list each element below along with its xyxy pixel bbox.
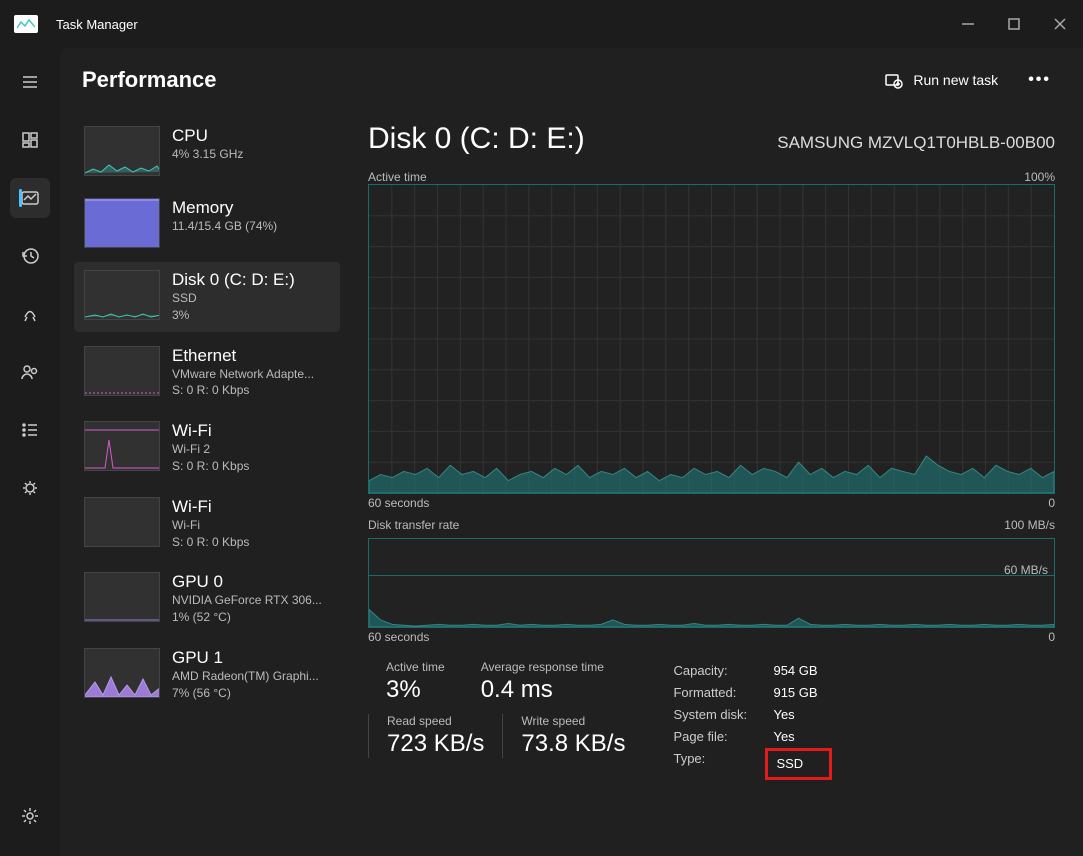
thumb-eth xyxy=(84,346,160,396)
disk-properties: Capacity:954 GB Formatted:915 GB System … xyxy=(673,660,832,780)
sidebar-item-cpu[interactable]: CPU4% 3.15 GHz xyxy=(74,118,340,184)
stat-read-label: Read speed xyxy=(387,714,484,728)
chart1-xleft: 60 seconds xyxy=(368,496,429,510)
stat-active-value: 3% xyxy=(386,676,445,704)
run-task-icon xyxy=(883,70,903,90)
sidebar-item-eth[interactable]: EthernetVMware Network Adapte...S: 0 R: … xyxy=(74,338,340,408)
active-time-chart xyxy=(368,184,1055,494)
page-title: Performance xyxy=(82,67,217,93)
app-icon xyxy=(14,15,38,33)
thumb-cpu xyxy=(84,126,160,176)
stat-resp-value: 0.4 ms xyxy=(481,676,604,704)
sidebar-item-gpu0[interactable]: GPU 0NVIDIA GeForce RTX 306...1% (52 °C) xyxy=(74,564,340,634)
thumb-gpu1 xyxy=(84,648,160,698)
device-model: SAMSUNG MZVLQ1T0HBLB-00B00 xyxy=(777,133,1055,153)
chart2-mid: 60 MB/s xyxy=(1004,563,1048,577)
nav-processes[interactable] xyxy=(10,120,50,160)
maximize-button[interactable] xyxy=(991,8,1037,40)
run-task-button[interactable]: Run new task xyxy=(873,64,1008,96)
close-button[interactable] xyxy=(1037,8,1083,40)
run-task-label: Run new task xyxy=(913,72,998,88)
chart2-max: 100 MB/s xyxy=(1004,518,1055,532)
stat-write-label: Write speed xyxy=(521,714,625,728)
chart1-xright: 0 xyxy=(1048,496,1055,510)
chart2-label: Disk transfer rate xyxy=(368,518,459,532)
thumb-wifi2 xyxy=(84,497,160,547)
nav-details[interactable] xyxy=(10,410,50,450)
sidebar-item-wifi2[interactable]: Wi-FiWi-FiS: 0 R: 0 Kbps xyxy=(74,489,340,559)
nav-rail xyxy=(0,48,60,856)
titlebar: Task Manager xyxy=(0,0,1083,48)
thumb-disk xyxy=(84,270,160,320)
nav-performance[interactable] xyxy=(10,178,50,218)
performance-sidebar: CPU4% 3.15 GHzMemory11.4/15.4 GB (74%)Di… xyxy=(60,112,350,856)
hamburger-button[interactable] xyxy=(10,62,50,102)
stat-write-value: 73.8 KB/s xyxy=(521,730,625,758)
app-title: Task Manager xyxy=(56,17,138,32)
chart2-xright: 0 xyxy=(1048,630,1055,644)
disk-type-highlight: SSD xyxy=(765,748,832,780)
thumb-wifi1 xyxy=(84,421,160,471)
nav-history[interactable] xyxy=(10,236,50,276)
nav-startup[interactable] xyxy=(10,294,50,334)
chart1-label: Active time xyxy=(368,170,427,184)
nav-users[interactable] xyxy=(10,352,50,392)
stat-active-label: Active time xyxy=(386,660,445,674)
sidebar-item-mem[interactable]: Memory11.4/15.4 GB (74%) xyxy=(74,190,340,256)
detail-title: Disk 0 (C: D: E:) xyxy=(368,122,585,156)
nav-settings[interactable] xyxy=(10,796,50,836)
transfer-rate-chart: 60 MB/s xyxy=(368,538,1055,628)
thumb-mem xyxy=(84,198,160,248)
thumb-gpu0 xyxy=(84,572,160,622)
more-button[interactable]: ••• xyxy=(1018,65,1061,95)
sidebar-item-gpu1[interactable]: GPU 1AMD Radeon(TM) Graphi...7% (56 °C) xyxy=(74,640,340,710)
sidebar-item-disk[interactable]: Disk 0 (C: D: E:)SSD3% xyxy=(74,262,340,332)
chart2-xleft: 60 seconds xyxy=(368,630,429,644)
chart1-max: 100% xyxy=(1024,170,1055,184)
sidebar-item-wifi1[interactable]: Wi-FiWi-Fi 2S: 0 R: 0 Kbps xyxy=(74,413,340,483)
stat-read-value: 723 KB/s xyxy=(387,730,484,758)
nav-services[interactable] xyxy=(10,468,50,508)
minimize-button[interactable] xyxy=(945,8,991,40)
detail-panel: Disk 0 (C: D: E:) SAMSUNG MZVLQ1T0HBLB-0… xyxy=(350,112,1083,856)
page-header: Performance Run new task ••• xyxy=(60,48,1083,112)
stat-resp-label: Average response time xyxy=(481,660,604,674)
